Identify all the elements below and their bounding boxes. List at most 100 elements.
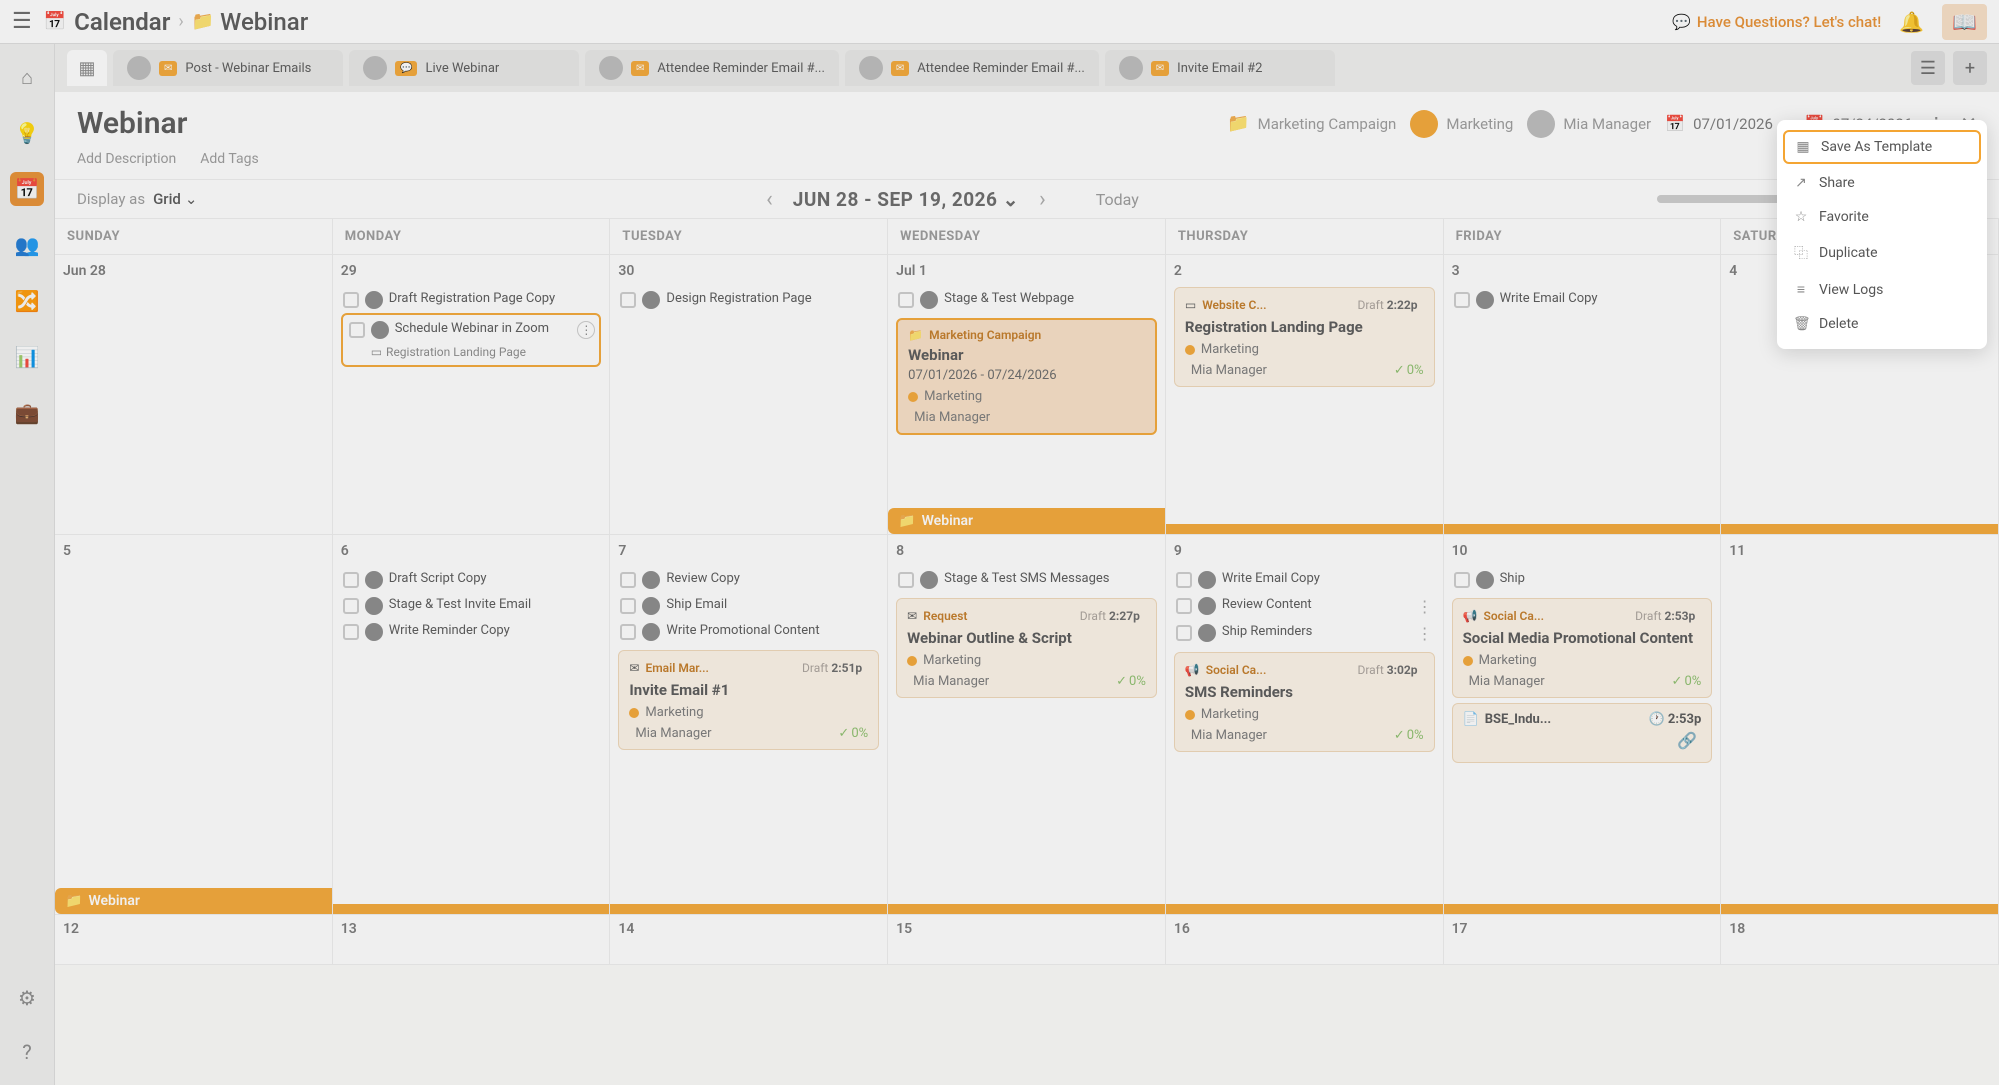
task-row[interactable]: Schedule Webinar in Zoom ⋮ ▭Registration… [341,313,602,367]
bulb-icon[interactable]: 💡 [10,116,44,150]
briefcase-icon[interactable]: 💼 [10,396,44,430]
day-cell[interactable]: 3 Write Email Copy [1444,255,1722,535]
next-arrow-icon[interactable]: › [1039,187,1046,212]
task-card[interactable]: ✉RequestDraft 2:27p Webinar Outline & Sc… [896,598,1157,698]
checkbox[interactable] [620,572,636,588]
hamburger-icon[interactable]: ☰ [12,9,32,34]
day-cell[interactable]: 15 [888,915,1166,965]
day-cell[interactable]: 12 [55,915,333,965]
checkbox[interactable] [1454,292,1470,308]
checkbox[interactable] [898,572,914,588]
menu-save-template[interactable]: ▦Save As Template [1783,130,1981,164]
checkbox[interactable] [620,292,636,308]
checkbox[interactable] [620,624,636,640]
checkbox[interactable] [343,598,359,614]
range-text[interactable]: JUN 28 - SEP 19, 2026 ⌄ [793,188,1019,211]
help-icon[interactable]: ? [10,1035,44,1069]
tab-2[interactable]: ✉Attendee Reminder Email #... [585,50,839,86]
checkbox[interactable] [343,572,359,588]
task-row[interactable]: Write Reminder Copy [341,619,602,645]
list-icon[interactable]: ☰ [1911,51,1945,85]
add-tab-icon[interactable]: + [1953,51,1987,85]
task-card[interactable]: 📢Social Ca...Draft 3:02p SMS Reminders M… [1174,652,1435,752]
tab-calendar-icon[interactable]: ▦ [67,50,107,86]
today-link[interactable]: Today [1096,190,1139,209]
day-cell[interactable]: 29 Draft Registration Page Copy Schedule… [333,255,611,535]
task-card[interactable]: ✉Email Mar...Draft 2:51p Invite Email #1… [618,650,879,750]
day-cell[interactable]: 30 Design Registration Page [610,255,888,535]
day-cell[interactable]: 18 [1721,915,1999,965]
more-icon[interactable]: ⋮ [1417,624,1433,643]
task-row[interactable]: Stage & Test Invite Email [341,593,602,619]
settings-icon[interactable]: ⚙ [10,981,44,1015]
day-cell[interactable]: 14 [610,915,888,965]
task-row[interactable]: Draft Script Copy [341,567,602,593]
checkbox[interactable] [349,322,365,338]
checkbox[interactable] [1176,598,1192,614]
day-cell[interactable]: Jun 28 [55,255,333,535]
task-row[interactable]: Draft Registration Page Copy [341,287,602,313]
task-row[interactable]: Review Copy [618,567,879,593]
day-cell[interactable]: Jul 1 Stage & Test Webpage 📁Marketing Ca… [888,255,1166,535]
checkbox[interactable] [1454,572,1470,588]
task-row[interactable]: Stage & Test Webpage [896,287,1157,313]
add-description-link[interactable]: Add Description [77,151,176,167]
task-card[interactable]: ▭Website C...Draft 2:22p Registration La… [1174,287,1435,387]
menu-share[interactable]: ↗Share [1777,166,1987,200]
webinar-strip[interactable] [888,904,1165,914]
checkbox[interactable] [343,292,359,308]
day-cell[interactable]: 9 Write Email Copy Review Content⋮ Ship … [1166,535,1444,915]
book-icon[interactable]: 📖 [1942,4,1987,40]
checkbox[interactable] [343,624,359,640]
webinar-strip[interactable]: 📁Webinar [888,508,1165,534]
task-card[interactable]: 📄BSE_Indu...🕐 2:53p 🔗 [1452,703,1713,763]
day-cell[interactable]: 13 [333,915,611,965]
more-icon[interactable]: ⋮ [577,321,595,339]
day-cell[interactable]: 16 [1166,915,1444,965]
day-cell[interactable]: 17 [1444,915,1722,965]
checkbox[interactable] [620,598,636,614]
task-row[interactable]: Ship [1452,567,1713,593]
menu-duplicate[interactable]: ⿻Duplicate [1777,234,1987,272]
tab-3[interactable]: ✉Attendee Reminder Email #... [845,50,1099,86]
calendar-nav-icon[interactable]: 📅 [10,172,44,206]
menu-delete[interactable]: 🗑Delete [1777,307,1987,341]
day-cell[interactable]: 11 [1721,535,1999,915]
breadcrumb-sub[interactable]: Webinar [220,8,308,36]
webinar-strip[interactable] [1721,904,1998,914]
webinar-strip[interactable] [1166,524,1443,534]
webinar-strip[interactable] [1721,524,1998,534]
webinar-strip[interactable] [1166,904,1443,914]
chat-link[interactable]: 💬 Have Questions? Let's chat! [1672,13,1881,31]
campaign-pill[interactable]: 📁Marketing Campaign [1227,113,1396,134]
date-start[interactable]: 📅07/01/2026 [1665,114,1773,133]
link-icon[interactable]: 🔗 [1677,731,1697,750]
task-row[interactable]: Write Promotional Content [618,619,879,645]
home-icon[interactable]: ⌂ [10,60,44,94]
tab-4[interactable]: ✉Invite Email #2 [1105,50,1335,86]
analytics-icon[interactable]: 📊 [10,340,44,374]
checkbox[interactable] [1176,625,1192,641]
add-tags-link[interactable]: Add Tags [200,151,258,167]
prev-arrow-icon[interactable]: ‹ [766,187,773,212]
people-icon[interactable]: 👥 [10,228,44,262]
owner-pill[interactable]: Mia Manager [1527,110,1651,138]
checkbox[interactable] [898,292,914,308]
more-icon[interactable]: ⋮ [1417,597,1433,616]
task-card[interactable]: 📢Social Ca...Draft 2:53p Social Media Pr… [1452,598,1713,698]
checkbox[interactable] [1176,572,1192,588]
tab-0[interactable]: ✉Post - Webinar Emails [113,50,343,86]
task-row[interactable]: Ship Reminders⋮ [1174,620,1435,647]
webinar-strip[interactable]: 📁Webinar [55,888,332,914]
shuffle-icon[interactable]: 🔀 [10,284,44,318]
task-row[interactable]: Write Email Copy [1452,287,1713,313]
menu-view-logs[interactable]: ≡View Logs [1777,272,1987,307]
task-row[interactable]: Ship Email [618,593,879,619]
day-cell[interactable]: 5 📁Webinar [55,535,333,915]
webinar-strip[interactable] [333,904,610,914]
tab-1[interactable]: 💬Live Webinar [349,50,579,86]
breadcrumb-main[interactable]: Calendar [74,8,170,36]
task-row[interactable]: Design Registration Page [618,287,879,313]
day-cell[interactable]: 8 Stage & Test SMS Messages ✉RequestDraf… [888,535,1166,915]
display-value[interactable]: Grid ⌄ [153,190,197,208]
